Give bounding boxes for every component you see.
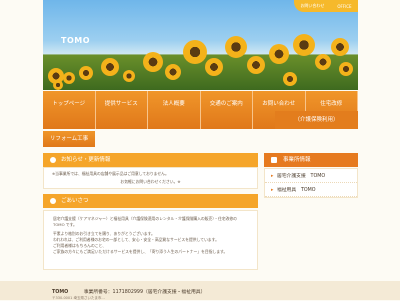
arrow-right-icon: ▸ bbox=[271, 174, 274, 179]
greeting-paragraph: 居宅介護支援（ケアマネジャー）と福祉用具（介護保険適用のレンタル・介護保険購入の… bbox=[53, 216, 237, 227]
sidebar-heading: 事業所情報 bbox=[264, 153, 358, 167]
top-right-tab[interactable]: お問い合わせ OFFICE bbox=[294, 0, 358, 12]
sunflower-image bbox=[331, 38, 349, 56]
site-logo[interactable]: TOMO bbox=[61, 36, 90, 45]
footer-business-number: 事業所番号：1171802999（居宅介護支援・福祉用具） bbox=[83, 290, 206, 295]
footer-address: 〒330-0001 埼玉県さいたま市... bbox=[52, 296, 105, 300]
building-icon bbox=[271, 157, 277, 163]
footer-info: TOMO 事業所番号：1171802999（居宅介護支援・福祉用具） bbox=[52, 288, 205, 295]
sunflower-image bbox=[123, 70, 135, 82]
sunflower-image bbox=[143, 52, 163, 72]
greeting-paragraph: ご家族の方々にもご満足いただけるサービスを提供し、「寄り添う人生のパートナー」を… bbox=[53, 249, 228, 254]
sunflower-image bbox=[225, 36, 247, 58]
nav-item-services[interactable]: 提供サービス bbox=[95, 91, 148, 129]
sunflower-image bbox=[293, 34, 315, 56]
news-body: ※当事業所では、福祉用具の店舗や展示品はご用意しておりません。 お気軽にお問い合… bbox=[43, 167, 258, 189]
contact-link[interactable]: お問い合わせ bbox=[300, 3, 324, 9]
office-link[interactable]: OFFICE bbox=[337, 4, 351, 9]
arrow-right-icon: ▸ bbox=[271, 188, 274, 193]
circle-icon bbox=[50, 198, 56, 204]
sidebar-item-welfare-equipment[interactable]: ▸ 福祉用具 TOMO bbox=[265, 183, 357, 197]
sunflower-image bbox=[53, 80, 63, 90]
greeting-heading: ごあいさつ bbox=[43, 194, 258, 208]
sidebar-title: 事業所情報 bbox=[283, 157, 311, 163]
hero-banner bbox=[43, 0, 358, 90]
news-line-2: お気軽にお問い合わせください。※ bbox=[120, 179, 181, 184]
greeting-body: 居宅介護支援（ケアマネジャー）と福祉用具（介護保険適用のレンタル・介護保険購入の… bbox=[43, 210, 258, 270]
news-line-1: ※当事業所では、福祉用具の店舗や展示品はご用意しておりません。 bbox=[52, 171, 169, 176]
sunflower-image bbox=[315, 54, 331, 70]
sunflower-image bbox=[339, 62, 353, 76]
sunflower-image bbox=[63, 72, 75, 84]
nav-item-reform[interactable]: リフォーム工事 bbox=[43, 131, 95, 147]
sunflower-image bbox=[283, 72, 297, 86]
greeting-title: ごあいさつ bbox=[61, 198, 89, 204]
sunflower-image bbox=[101, 58, 119, 76]
footer-name: TOMO bbox=[52, 290, 69, 295]
nav-item-access[interactable]: 交通のご案内 bbox=[200, 91, 253, 129]
sidebar-item-care-support[interactable]: ▸ 居宅介護支援 TOMO bbox=[265, 169, 357, 183]
nav-item-company[interactable]: 法人概要 bbox=[148, 91, 201, 129]
circle-icon bbox=[50, 157, 56, 163]
sidebar-item-label: 福祉用具 TOMO bbox=[276, 188, 316, 193]
nav-item-renovation-sub[interactable]: （介護保険利用） bbox=[275, 111, 358, 129]
sunflower-image bbox=[79, 66, 93, 80]
sunflower-image bbox=[247, 56, 265, 74]
sunflower-image bbox=[183, 40, 207, 64]
news-heading: お知らせ・更新情報 bbox=[43, 153, 258, 167]
news-title: お知らせ・更新情報 bbox=[61, 157, 111, 163]
sunflower-image bbox=[205, 58, 223, 76]
sidebar-list: ▸ 居宅介護支援 TOMO ▸ 福祉用具 TOMO bbox=[264, 168, 358, 198]
sunflower-image bbox=[269, 44, 289, 64]
sunflower-image bbox=[165, 64, 181, 80]
nav-item-top[interactable]: トップページ bbox=[43, 91, 96, 129]
sidebar-item-label: 居宅介護支援 TOMO bbox=[276, 174, 326, 179]
